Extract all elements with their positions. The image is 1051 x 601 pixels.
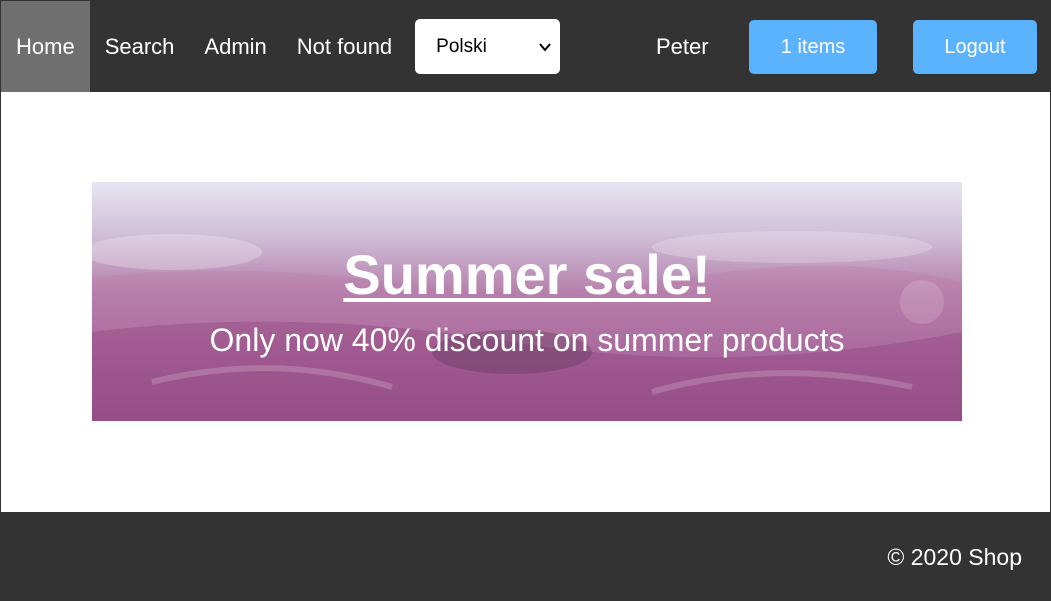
footer: © 2020 Shop xyxy=(1,512,1051,601)
nav-link-search[interactable]: Search xyxy=(90,1,190,92)
banner-subtitle: Only now 40% discount on summer products xyxy=(209,322,845,358)
cart-button[interactable]: 1 items xyxy=(749,20,877,74)
language-select[interactable]: Polski xyxy=(415,19,561,74)
language-select-value: Polski xyxy=(436,35,487,57)
logout-button[interactable]: Logout xyxy=(913,20,1037,74)
nav-link-home[interactable]: Home xyxy=(1,1,90,92)
banner-title[interactable]: Summer sale! xyxy=(92,242,962,307)
navbar: Home Search Admin Not found Polski Peter… xyxy=(1,1,1051,92)
nav-link-admin[interactable]: Admin xyxy=(189,1,281,92)
promo-banner: Summer sale! Only now 40% discount on su… xyxy=(92,182,962,421)
chevron-down-icon xyxy=(539,42,551,52)
footer-copyright: © 2020 Shop xyxy=(887,543,1022,570)
nav-link-not-found[interactable]: Not found xyxy=(282,1,407,92)
username: Peter xyxy=(656,33,709,59)
